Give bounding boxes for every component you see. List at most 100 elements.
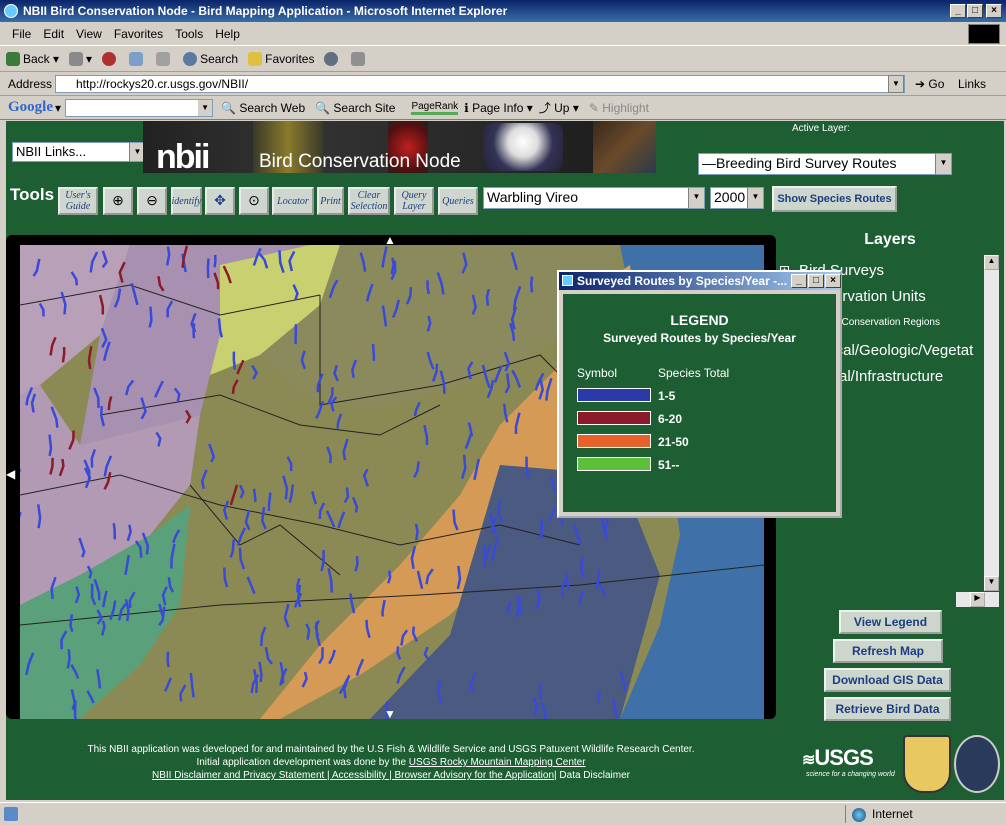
legend-subheading: Surveyed Routes by Species/Year — [603, 331, 796, 345]
back-arrow-icon — [6, 52, 20, 66]
pan-north-icon[interactable]: ▲ — [378, 233, 402, 247]
clear-selection-button[interactable]: Clear Selection — [348, 187, 390, 215]
legend-label-2: 6-20 — [658, 412, 683, 426]
pan-west-icon[interactable]: ◀ — [6, 467, 18, 491]
route-segment — [112, 523, 117, 540]
page-icon — [4, 807, 18, 821]
legend-body: LEGEND Surveyed Routes by Species/Year S… — [563, 294, 836, 512]
zoom-in-icon: ⊕ — [112, 193, 124, 209]
page-info-button[interactable]: ℹ Page Info ▾ — [464, 101, 533, 115]
print-tool-button[interactable]: Print — [317, 187, 344, 215]
media-button[interactable] — [324, 52, 341, 66]
menu-edit[interactable]: Edit — [39, 27, 72, 41]
query-layer-button[interactable]: Query Layer — [394, 187, 434, 215]
identify-button[interactable]: identify — [171, 187, 202, 215]
legend-close-button[interactable]: × — [825, 274, 841, 288]
refresh-icon — [129, 52, 144, 66]
window-icon — [562, 275, 573, 286]
layers-horizontal-scrollbar[interactable]: ▶ — [956, 592, 999, 607]
download-gis-data-button[interactable]: Download GIS Data — [824, 668, 951, 692]
species-dropdown[interactable]: Warbling Vireo ▼ — [483, 187, 705, 209]
home-button[interactable] — [156, 52, 173, 66]
legend-label-3: 21-50 — [658, 435, 689, 449]
ie-icon — [4, 4, 18, 18]
route-segment — [371, 343, 376, 361]
users-guide-button[interactable]: User's Guide — [58, 187, 98, 215]
home-icon — [156, 52, 171, 66]
media-icon — [324, 52, 339, 66]
route-segment — [166, 651, 170, 668]
disclaimer-links[interactable]: NBII Disclaimer and Privacy Statement | … — [152, 770, 554, 781]
print-button[interactable] — [351, 52, 368, 66]
printer-icon — [351, 52, 366, 66]
zoom-in-button[interactable]: ⊕ — [103, 187, 133, 215]
close-button[interactable]: × — [986, 4, 1002, 18]
queries-button[interactable]: Queries — [438, 187, 478, 215]
usgs-logo: ≋USGS — [802, 745, 874, 770]
locator-button[interactable]: Locator — [272, 187, 314, 215]
pan-button[interactable]: ✥ — [205, 187, 235, 215]
route-segment — [232, 351, 237, 370]
show-species-routes-button[interactable]: Show Species Routes — [772, 186, 897, 212]
route-segment — [482, 545, 487, 568]
pan-south-icon[interactable]: ▼ — [378, 707, 402, 721]
nbii-links-dropdown[interactable]: NBII Links... ▼ — [12, 142, 146, 162]
window-title-bar: NBII Bird Conservation Node - Bird Mappi… — [0, 0, 1006, 22]
scroll-right-icon[interactable]: ▶ — [970, 592, 985, 607]
browser-toolbar: Back ▾ ▾ Search Favorites — [0, 47, 1006, 72]
up-button[interactable]: ⤴ Up ▾ — [539, 99, 579, 116]
chevron-down-icon: ▼ — [935, 154, 951, 174]
active-layer-dropdown[interactable]: —Breeding Bird Survey Routes ▼ — [698, 153, 952, 175]
data-disclaimer-link[interactable]: | Data Disclaimer — [554, 770, 630, 781]
refresh-button[interactable] — [129, 52, 146, 66]
year-dropdown[interactable]: 2000 ▼ — [710, 187, 764, 209]
menu-view[interactable]: View — [72, 27, 110, 41]
zoom-out-button[interactable]: ⊖ — [137, 187, 167, 215]
scroll-down-icon[interactable]: ▼ — [984, 576, 999, 591]
legend-maximize-button[interactable]: □ — [808, 274, 824, 288]
legend-swatch-1 — [577, 388, 651, 402]
forward-button[interactable]: ▾ — [69, 52, 92, 66]
address-dropdown[interactable]: ▼ — [888, 75, 904, 93]
menu-favorites[interactable]: Favorites — [110, 27, 171, 41]
menu-help[interactable]: Help — [211, 27, 248, 41]
minimize-button[interactable]: _ — [950, 4, 966, 18]
layers-vertical-scrollbar[interactable]: ▲ ▼ — [984, 255, 999, 591]
app-area: NBII Links... ▼ nbii Bird Conservation No… — [6, 121, 1004, 800]
retrieve-bird-data-button[interactable]: Retrieve Bird Data — [824, 697, 951, 721]
route-segment — [61, 347, 66, 363]
legend-swatch-3 — [577, 434, 651, 448]
pagerank-indicator[interactable]: PageRank — [411, 101, 459, 115]
route-segment — [206, 258, 210, 279]
route-segment — [596, 691, 602, 705]
back-button[interactable]: Back ▾ — [6, 52, 59, 66]
address-input[interactable]: http://rockys20.cr.usgs.gov/NBII/ — [55, 75, 905, 93]
links-button[interactable]: Links — [958, 77, 986, 91]
menu-file[interactable]: File — [8, 27, 39, 41]
google-logo[interactable]: Google — [8, 99, 53, 116]
view-legend-button[interactable]: View Legend — [839, 610, 942, 634]
legend-col-total: Species Total — [658, 366, 730, 380]
duck-image — [593, 121, 656, 173]
legend-minimize-button[interactable]: _ — [791, 274, 807, 288]
maximize-button[interactable]: □ — [967, 4, 983, 18]
search-web-button[interactable]: 🔍 Search Web — [221, 101, 305, 115]
refresh-map-button[interactable]: Refresh Map — [833, 639, 943, 663]
zoom-out-icon: ⊖ — [146, 193, 158, 209]
full-extent-button[interactable]: ⊙ — [239, 187, 269, 215]
active-layer-label: Active Layer: — [792, 123, 850, 134]
tools-label: Tools — [10, 185, 55, 204]
google-search-input[interactable]: ▼ — [65, 98, 214, 117]
google-toolbar: Google ▾ ▼ 🔍 Search Web 🔍 Search Site Pa… — [0, 96, 1006, 120]
rocky-mountain-link[interactable]: USGS Rocky Mountain Mapping Center — [409, 757, 586, 768]
highlight-button[interactable]: ✎ Highlight — [589, 101, 649, 115]
chevron-down-icon: ▼ — [688, 188, 704, 208]
search-button[interactable]: Search — [183, 52, 238, 66]
stop-button[interactable] — [102, 52, 119, 66]
menu-tools[interactable]: Tools — [171, 27, 211, 41]
node-name: Bird Conservation Node — [259, 151, 461, 172]
go-button[interactable]: ➔ Go — [915, 77, 944, 91]
search-site-button[interactable]: 🔍 Search Site — [315, 101, 395, 115]
favorites-button[interactable]: Favorites — [248, 52, 314, 66]
scroll-up-icon[interactable]: ▲ — [984, 255, 999, 270]
